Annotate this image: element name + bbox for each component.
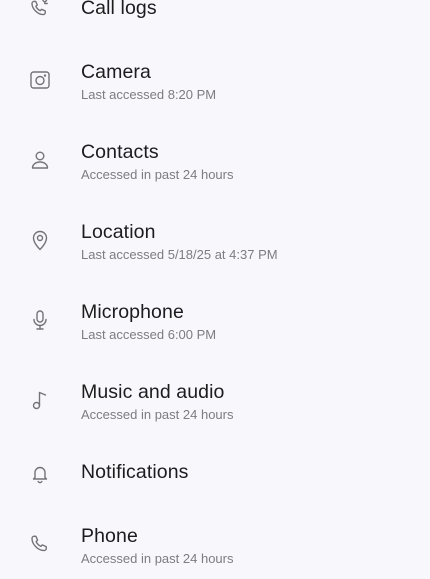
music-note-icon xyxy=(26,386,54,414)
call-log-icon xyxy=(26,0,54,22)
permission-label: Location xyxy=(81,221,156,243)
permission-last-accessed: Last accessed 5/18/25 at 4:37 PM xyxy=(81,247,278,262)
permission-last-accessed: Last accessed 8:20 PM xyxy=(81,87,217,102)
permission-item-call-logs[interactable]: Call logs xyxy=(0,0,430,40)
permission-item-notifications[interactable]: Notifications xyxy=(0,440,430,510)
permission-item-phone[interactable]: Phone Accessed in past 24 hours xyxy=(0,509,430,579)
permission-label: Call logs xyxy=(81,0,157,19)
permission-item-microphone[interactable]: Microphone Last accessed 6:00 PM xyxy=(0,285,430,355)
permission-list: Call logs Camera Last accessed 8:20 PM C… xyxy=(0,0,430,575)
permission-item-music-and-audio[interactable]: Music and audio Accessed in past 24 hour… xyxy=(0,365,430,435)
permission-last-accessed: Accessed in past 24 hours xyxy=(81,407,234,422)
permission-label: Notifications xyxy=(81,461,189,483)
phone-icon xyxy=(26,530,54,558)
bell-icon xyxy=(26,459,54,487)
person-icon xyxy=(26,146,54,174)
permission-item-contacts[interactable]: Contacts Accessed in past 24 hours xyxy=(0,125,430,195)
microphone-icon xyxy=(26,306,54,334)
permission-last-accessed: Accessed in past 24 hours xyxy=(81,551,234,566)
permission-item-camera[interactable]: Camera Last accessed 8:20 PM xyxy=(0,45,430,115)
permission-last-accessed: Accessed in past 24 hours xyxy=(81,167,234,182)
location-pin-icon xyxy=(26,226,54,254)
permission-item-location[interactable]: Location Last accessed 5/18/25 at 4:37 P… xyxy=(0,205,430,275)
permission-label: Contacts xyxy=(81,141,159,163)
permission-last-accessed: Last accessed 6:00 PM xyxy=(81,327,217,342)
camera-icon xyxy=(26,66,54,94)
permission-label: Microphone xyxy=(81,301,184,323)
permission-label: Music and audio xyxy=(81,381,225,403)
permission-label: Camera xyxy=(81,61,151,83)
permission-label: Phone xyxy=(81,525,138,547)
